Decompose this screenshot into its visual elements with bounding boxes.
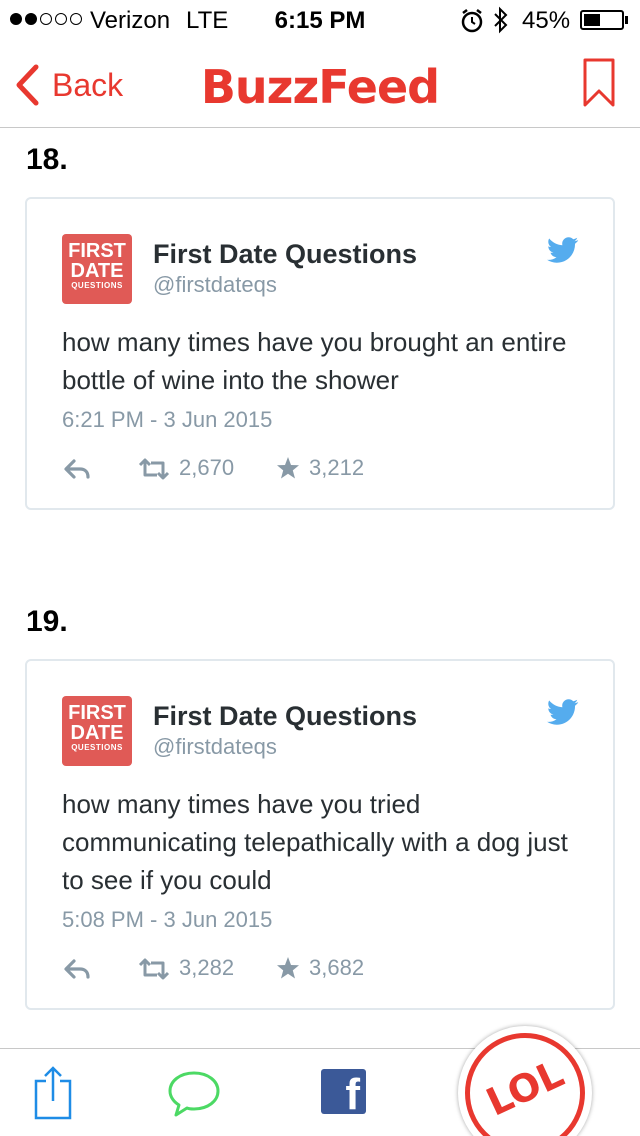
retweet-icon[interactable] [138, 458, 170, 486]
avatar[interactable]: FIRST DATE QUESTIONS [62, 696, 132, 766]
lol-label: LOL [479, 1051, 571, 1125]
lol-ring: LOL [465, 1033, 585, 1136]
favorite-count: 3,212 [309, 455, 365, 480]
retweet-count: 3,282 [179, 955, 235, 980]
status-bar: Verizon LTE 6:15 PM 45% [0, 0, 640, 40]
avatar-text-questions: QUESTIONS [71, 743, 123, 752]
tweet-text: how many times have you brought an entir… [62, 327, 567, 395]
star-icon[interactable] [276, 956, 300, 986]
avatar-text-date: DATE [70, 260, 124, 282]
twitter-bird-icon[interactable] [547, 699, 579, 730]
comment-icon [168, 1071, 220, 1117]
tweet-author-handle[interactable]: @firstdateqs [153, 272, 277, 298]
avatar-text-first: FIRST [68, 240, 126, 262]
bluetooth-icon [492, 6, 510, 41]
tweet-actions: 3,282 3,682 [62, 955, 582, 985]
tweet-author-name[interactable]: First Date Questions [153, 701, 417, 732]
retweet-count: 2,670 [179, 455, 235, 480]
facebook-icon: f [345, 1070, 360, 1114]
buzzfeed-logo: BuzzFeed [200, 60, 440, 114]
embedded-tweet[interactable]: FIRST DATE QUESTIONS First Date Question… [25, 659, 615, 1010]
reply-icon[interactable] [64, 459, 90, 485]
tweet-text: how many times have you tried communicat… [62, 789, 568, 895]
avatar-text-first: FIRST [68, 702, 126, 724]
share-icon [34, 1066, 72, 1120]
tweet-date[interactable]: 5:08 PM - 3 Jun 2015 [62, 907, 272, 933]
alarm-icon [460, 8, 484, 41]
battery-percent: 45% [522, 7, 571, 34]
reply-icon[interactable] [64, 959, 90, 985]
tweet-author-handle[interactable]: @firstdateqs [153, 734, 277, 760]
nav-bar: Back BuzzFeed [0, 40, 640, 128]
item-number: 19. [26, 605, 68, 638]
comment-button[interactable] [166, 1069, 222, 1124]
tweet-date[interactable]: 6:21 PM - 3 Jun 2015 [62, 407, 272, 433]
twitter-bird-icon[interactable] [547, 237, 579, 268]
facebook-button[interactable]: f [321, 1069, 366, 1114]
lol-reaction-button[interactable]: LOL [458, 1026, 592, 1136]
item-number: 18. [26, 143, 68, 176]
avatar-text-date: DATE [70, 722, 124, 744]
favorite-count: 3,682 [309, 955, 365, 980]
battery-tip [625, 16, 628, 24]
star-icon[interactable] [276, 456, 300, 486]
embedded-tweet[interactable]: FIRST DATE QUESTIONS First Date Question… [25, 197, 615, 510]
tweet-actions: 2,670 3,212 [62, 455, 582, 485]
tweet-author-name[interactable]: First Date Questions [153, 239, 417, 270]
bookmark-icon [583, 58, 615, 107]
retweet-icon[interactable] [138, 958, 170, 986]
avatar[interactable]: FIRST DATE QUESTIONS [62, 234, 132, 304]
bookmark-button[interactable] [583, 58, 615, 113]
battery-icon [580, 10, 624, 30]
share-button[interactable] [33, 1065, 73, 1126]
avatar-text-questions: QUESTIONS [71, 281, 123, 290]
